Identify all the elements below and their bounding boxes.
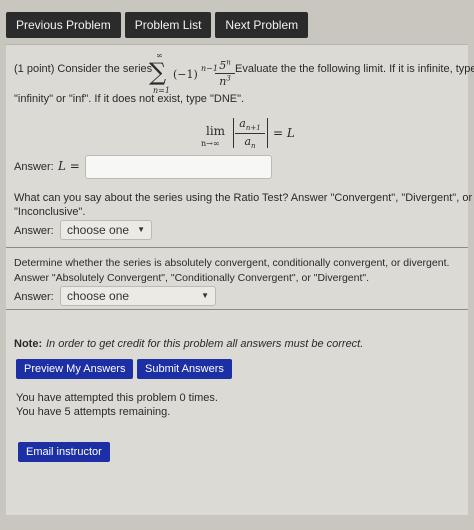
problem-panel: (1 point) Consider the series ∞ ∑ n=1 (−… — [6, 44, 474, 515]
note-label: Note: — [14, 338, 43, 350]
series-denominator-exponent: 3 — [226, 74, 231, 83]
summation-icon: ∑ — [149, 58, 167, 86]
ratio-fraction: an+1 an — [235, 117, 265, 150]
section-divider-2 — [6, 309, 468, 310]
series-numerator-exponent: n — [226, 58, 231, 66]
convergence-answer-label: Answer: — [14, 291, 54, 303]
problem-intro: (1 point) Consider the series — [14, 63, 153, 75]
limit-answer-input[interactable] — [85, 155, 272, 179]
instruction-line-1: Evaluate the the following limit. If it … — [235, 63, 474, 75]
ratio-question-line-2: "Inconclusive". — [14, 206, 86, 218]
ratio-test-select[interactable]: choose one ▼ — [60, 220, 152, 240]
series-formula: ∞ ∑ n=1 (−1) n−1 5n n3 — [147, 51, 239, 97]
ratio-question-line-1: What can you say about the series using … — [14, 192, 473, 204]
limit-label: lim — [206, 124, 226, 138]
chevron-down-icon: ▼ — [137, 225, 145, 234]
note-text: In order to get credit for this problem … — [46, 338, 364, 350]
determine-line-1: Determine whether the series is absolute… — [14, 257, 450, 269]
instruction-line-2: "infinity" or "inf". If it does not exis… — [14, 93, 245, 105]
answer-L-label: L = — [58, 159, 80, 173]
section-divider-1 — [6, 247, 468, 248]
series-fraction: 5n n3 — [215, 58, 235, 88]
answer-prefix: Answer: — [14, 161, 54, 173]
ratio-answer-label: Answer: — [14, 225, 54, 237]
preview-answers-button[interactable]: Preview My Answers — [16, 359, 134, 379]
next-problem-button[interactable]: Next Problem — [215, 12, 309, 38]
abs-bar-left — [233, 118, 234, 148]
chevron-down-icon: ▼ — [201, 291, 209, 300]
problem-list-button[interactable]: Problem List — [124, 12, 212, 38]
previous-problem-button[interactable]: Previous Problem — [6, 12, 121, 38]
attempted-status: You have attempted this problem 0 times. — [16, 392, 218, 404]
abs-bar-right — [267, 118, 268, 148]
ratio-numerator-subscript: n+1 — [245, 124, 261, 133]
series-sign-term: (−1) — [173, 68, 198, 81]
convergence-select-value: choose one — [67, 289, 130, 303]
convergence-select[interactable]: choose one ▼ — [60, 286, 216, 306]
remaining-status: You have 5 attempts remaining. — [16, 406, 171, 418]
submit-answers-button[interactable]: Submit Answers — [137, 359, 232, 379]
ratio-test-select-value: choose one — [67, 223, 130, 237]
limit-formula: lim n→∞ an+1 an = L — [201, 116, 311, 156]
ratio-denominator-subscript: n — [251, 142, 256, 151]
determine-line-2: Answer "Absolutely Convergent", "Conditi… — [14, 272, 370, 284]
problem-navigation: Previous Problem Problem List Next Probl… — [6, 12, 309, 38]
email-instructor-button[interactable]: Email instructor — [18, 442, 110, 462]
limit-subscript: n→∞ — [201, 139, 220, 148]
limit-equals-L: = L — [273, 126, 295, 140]
